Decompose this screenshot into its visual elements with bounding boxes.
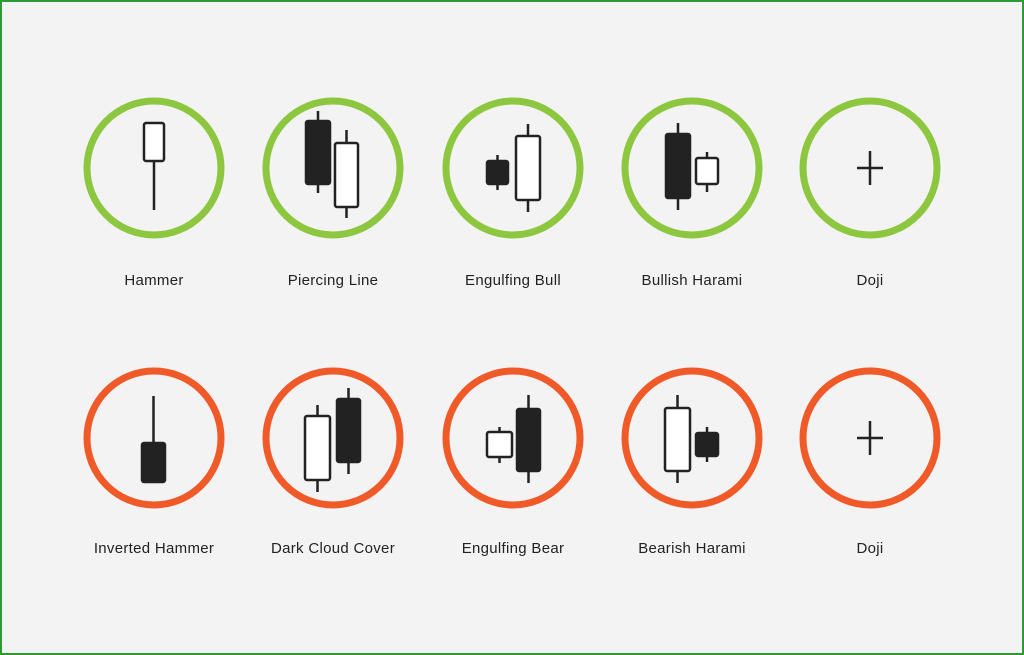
hammer-pattern-icon — [79, 93, 229, 243]
piercing-line-svg — [262, 97, 404, 239]
bullish-ring-icon — [262, 97, 404, 239]
bullish-candle-icon — [142, 121, 166, 163]
dark-cloud-cover-pattern-icon — [258, 363, 408, 513]
pattern-label: Bearish Harami — [638, 540, 746, 557]
bearish-harami-pattern-icon — [617, 363, 767, 513]
bearish-candle-icon — [664, 132, 692, 200]
bullish-candle-icon — [303, 414, 332, 482]
bearish-candle-icon — [335, 397, 362, 464]
pattern-label: Dark Cloud Cover — [270, 540, 395, 557]
piercing-line-pattern-icon — [258, 93, 408, 243]
bearish-candle-icon — [485, 159, 510, 186]
bearish-ring-icon — [262, 367, 404, 509]
pattern-label: Hammer — [124, 272, 184, 289]
pattern-label: Doji — [856, 540, 884, 557]
pattern-label: Piercing Line — [287, 272, 379, 289]
doji-pattern-icon — [795, 93, 945, 243]
engulfing-bull-pattern-icon — [438, 93, 588, 243]
hammer-svg — [83, 97, 225, 239]
bullish-harami-pattern-icon — [617, 93, 767, 243]
bearish-harami-svg — [621, 367, 763, 509]
bearish-candle-icon — [694, 431, 720, 458]
pattern-label: Doji — [856, 272, 884, 289]
pattern-label: Engulfing Bear — [461, 540, 565, 557]
bullish-candle-icon — [333, 141, 360, 209]
inverted-hammer-pattern-icon — [79, 363, 229, 513]
engulfing-bear-pattern-icon — [438, 363, 588, 513]
dark-cloud-cover-svg — [262, 367, 404, 509]
doji-svg — [799, 367, 941, 509]
bearish-candle-icon — [304, 119, 332, 186]
bullish-ring-icon — [442, 97, 584, 239]
bullish-candle-icon — [514, 134, 542, 202]
bearish-candle-icon — [140, 441, 167, 484]
inverted-hammer-svg — [83, 367, 225, 509]
pattern-label: Inverted Hammer — [93, 540, 215, 557]
bearish-ring-icon — [621, 367, 763, 509]
bullish-candle-icon — [663, 406, 692, 473]
engulfing-bear-svg — [442, 367, 584, 509]
bullish-candle-icon — [694, 156, 720, 186]
doji-pattern-icon — [795, 363, 945, 513]
bearish-candle-icon — [515, 407, 542, 473]
bullish-candle-icon — [485, 430, 514, 459]
bullish-ring-icon — [621, 97, 763, 239]
pattern-label: Bullish Harami — [641, 272, 743, 289]
pattern-label: Engulfing Bull — [465, 272, 561, 289]
engulfing-bull-svg — [442, 97, 584, 239]
doji-svg — [799, 97, 941, 239]
bullish-harami-svg — [621, 97, 763, 239]
